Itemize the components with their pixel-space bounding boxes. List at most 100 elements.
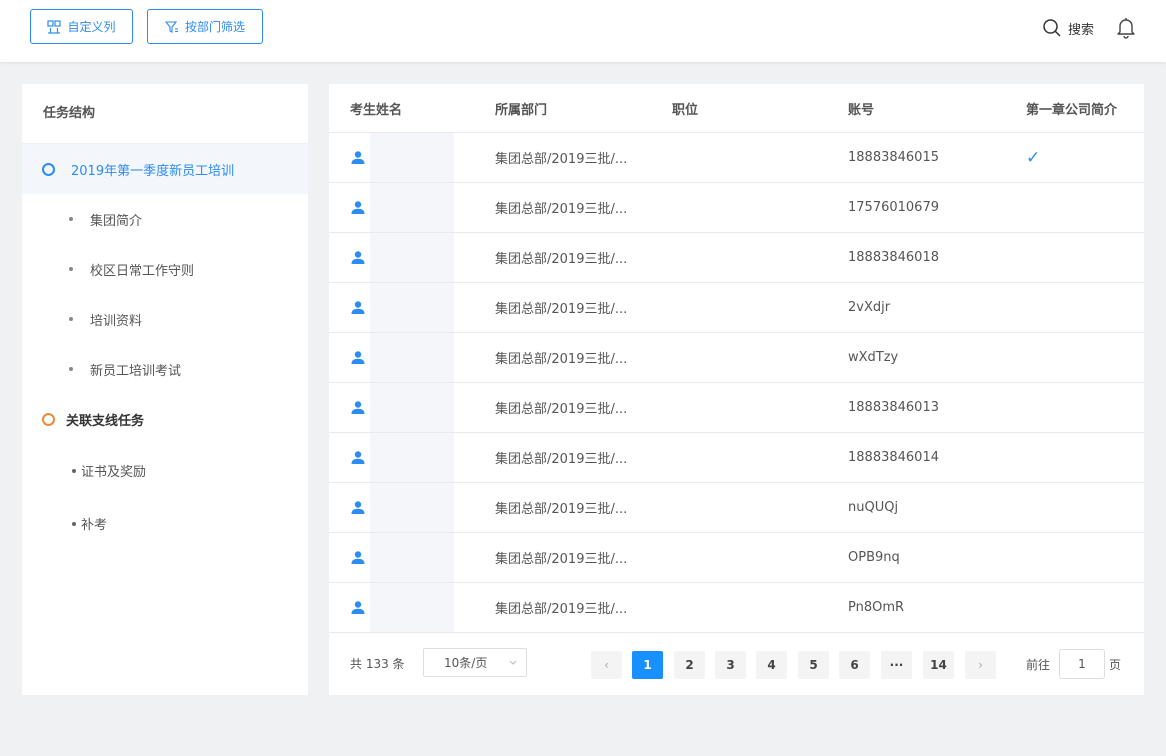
tree-subitem[interactable]: 校区日常工作守则 bbox=[22, 244, 308, 294]
user-icon bbox=[351, 350, 365, 364]
account-cell: nuQUQj bbox=[848, 500, 899, 515]
custom-columns-label: 自定义列 bbox=[67, 20, 116, 34]
tree-subitem[interactable]: 新员工培训考试 bbox=[22, 344, 308, 394]
tree-subitem-label: 校区日常工作守则 bbox=[90, 263, 195, 279]
user-icon-cell bbox=[350, 583, 366, 632]
user-icon bbox=[351, 500, 365, 514]
account-cell: 18883846014 bbox=[848, 450, 939, 465]
department-cell: 集团总部/2019三批/... bbox=[495, 252, 628, 267]
pagination: 共 133 条 10条/页 ‹ 1 2 3 4 5 6 ··· 14 › 前往 1 页 bbox=[329, 633, 1144, 695]
bullet-icon bbox=[72, 521, 76, 526]
page-button[interactable]: 4 bbox=[756, 651, 787, 679]
tree-item-branch-task[interactable]: 关联支线任务 bbox=[22, 394, 308, 444]
user-icon bbox=[351, 250, 365, 264]
user-icon bbox=[351, 550, 365, 564]
user-icon-cell bbox=[350, 433, 366, 482]
account-cell: Pn8OmR bbox=[848, 600, 905, 615]
page-size-select[interactable]: 10条/页 bbox=[423, 648, 527, 677]
bell-icon[interactable] bbox=[1114, 15, 1138, 39]
tree-subitem-label: 集团简介 bbox=[90, 213, 143, 229]
chapter1-status-cell: ✓ bbox=[1026, 147, 1041, 168]
table-row[interactable]: 集团总部/2019三批/... Pn8OmR bbox=[329, 583, 1144, 633]
page-button[interactable]: 2 bbox=[674, 651, 705, 679]
user-icon bbox=[351, 600, 365, 614]
department-cell: 集团总部/2019三批/... bbox=[495, 452, 628, 467]
department-cell: 集团总部/2019三批/... bbox=[495, 202, 628, 217]
user-icon-cell bbox=[350, 483, 366, 532]
search-label: 搜索 bbox=[1067, 22, 1094, 38]
account-cell: 17576010679 bbox=[848, 200, 939, 215]
table-row[interactable]: 集团总部/2019三批/... 17576010679 bbox=[329, 183, 1144, 233]
prev-page-button[interactable]: ‹ bbox=[591, 651, 622, 679]
bullet-icon bbox=[69, 367, 73, 371]
page-button[interactable]: 6 bbox=[839, 651, 870, 679]
table-row[interactable]: 集团总部/2019三批/... 2vXdjr bbox=[329, 283, 1144, 333]
top-bar: 自定义列 按部门筛选 搜索 bbox=[0, 0, 1166, 62]
account-cell: 18883846015 bbox=[848, 150, 939, 165]
user-icon-cell bbox=[350, 333, 366, 382]
branch-task-label: 关联支线任务 bbox=[66, 413, 145, 429]
table-row[interactable]: 集团总部/2019三批/... 18883846018 bbox=[329, 233, 1144, 283]
goto-page-input[interactable]: 1 bbox=[1059, 649, 1105, 679]
table-row[interactable]: 集团总部/2019三批/... 18883846013 bbox=[329, 383, 1144, 433]
col-header-name[interactable]: 考生姓名 bbox=[350, 99, 402, 118]
goto-suffix: 页 bbox=[1109, 658, 1122, 672]
table-row[interactable]: 集团总部/2019三批/... 18883846014 bbox=[329, 433, 1144, 483]
table-row[interactable]: 集团总部/2019三批/... 18883846015 ✓ bbox=[329, 133, 1144, 183]
tree-subitem-label: 新员工培训考试 bbox=[90, 363, 182, 379]
tree-subitem[interactable]: 集团简介 bbox=[22, 194, 308, 244]
col-header-department[interactable]: 所属部门 bbox=[495, 99, 547, 118]
user-icon-cell bbox=[350, 383, 366, 432]
tree-subitem[interactable]: 培训资料 bbox=[22, 294, 308, 344]
tree-item-main-task[interactable]: 2019年第一季度新员工培训 bbox=[22, 144, 308, 194]
department-cell: 集团总部/2019三批/... bbox=[495, 302, 628, 317]
table-header: 考生姓名 所属部门 职位 账号 第一章公司简介 bbox=[329, 84, 1144, 133]
department-cell: 集团总部/2019三批/... bbox=[495, 502, 628, 517]
page-button[interactable]: 3 bbox=[715, 651, 746, 679]
filter-by-department-button[interactable]: 按部门筛选 bbox=[147, 9, 263, 44]
total-count: 共 133 条 bbox=[350, 657, 405, 671]
col-header-position[interactable]: 职位 bbox=[672, 99, 698, 118]
table-row[interactable]: 集团总部/2019三批/... wXdTzy bbox=[329, 333, 1144, 383]
account-cell: 18883846018 bbox=[848, 250, 939, 265]
columns-icon bbox=[47, 19, 62, 34]
department-cell: 集团总部/2019三批/... bbox=[495, 602, 628, 617]
bullet-icon bbox=[69, 317, 73, 321]
user-icon-cell bbox=[350, 533, 366, 582]
search-button[interactable]: 搜索 bbox=[1042, 18, 1094, 38]
user-icon-cell bbox=[350, 233, 366, 282]
user-icon bbox=[351, 200, 365, 214]
tree-subitem[interactable]: 证书及奖励 bbox=[22, 444, 308, 497]
col-header-chapter1[interactable]: 第一章公司简介 bbox=[1026, 99, 1117, 118]
page-ellipsis-button[interactable]: ··· bbox=[881, 651, 912, 679]
account-cell: OPB9nq bbox=[848, 550, 900, 565]
table-body: 集团总部/2019三批/... 18883846015 ✓ 集团总部/2019三批/.… bbox=[329, 133, 1144, 633]
user-icon bbox=[351, 450, 365, 464]
department-cell: 集团总部/2019三批/... bbox=[495, 402, 628, 417]
bullet-icon bbox=[72, 468, 76, 473]
tree-subitem-label: 培训资料 bbox=[90, 313, 143, 329]
department-cell: 集团总部/2019三批/... bbox=[495, 352, 628, 367]
table-row[interactable]: 集团总部/2019三批/... nuQUQj bbox=[329, 483, 1144, 533]
tree-subitem-label: 补考 bbox=[81, 518, 108, 533]
search-icon bbox=[1043, 19, 1061, 37]
col-header-account[interactable]: 账号 bbox=[848, 99, 874, 118]
user-icon bbox=[351, 300, 365, 314]
page-button[interactable]: 14 bbox=[923, 651, 954, 679]
filter-icon bbox=[164, 20, 178, 33]
panel-title: 任务结构 bbox=[22, 84, 308, 144]
user-icon bbox=[351, 400, 365, 414]
page-button[interactable]: 1 bbox=[632, 651, 663, 679]
ring-icon bbox=[42, 162, 55, 176]
task-structure-panel: 任务结构 2019年第一季度新员工培训 集团简介 校区日常工作守则 培训资料 新… bbox=[22, 84, 308, 695]
table-row[interactable]: 集团总部/2019三批/... OPB9nq bbox=[329, 533, 1144, 583]
custom-columns-button[interactable]: 自定义列 bbox=[30, 9, 133, 44]
user-icon-cell bbox=[350, 133, 366, 182]
user-icon bbox=[351, 150, 365, 164]
user-icon-cell bbox=[350, 183, 366, 232]
account-cell: wXdTzy bbox=[848, 350, 899, 365]
user-icon-cell bbox=[350, 283, 366, 332]
page-button[interactable]: 5 bbox=[798, 651, 829, 679]
tree-subitem[interactable]: 补考 bbox=[22, 497, 308, 550]
next-page-button[interactable]: › bbox=[965, 651, 996, 679]
